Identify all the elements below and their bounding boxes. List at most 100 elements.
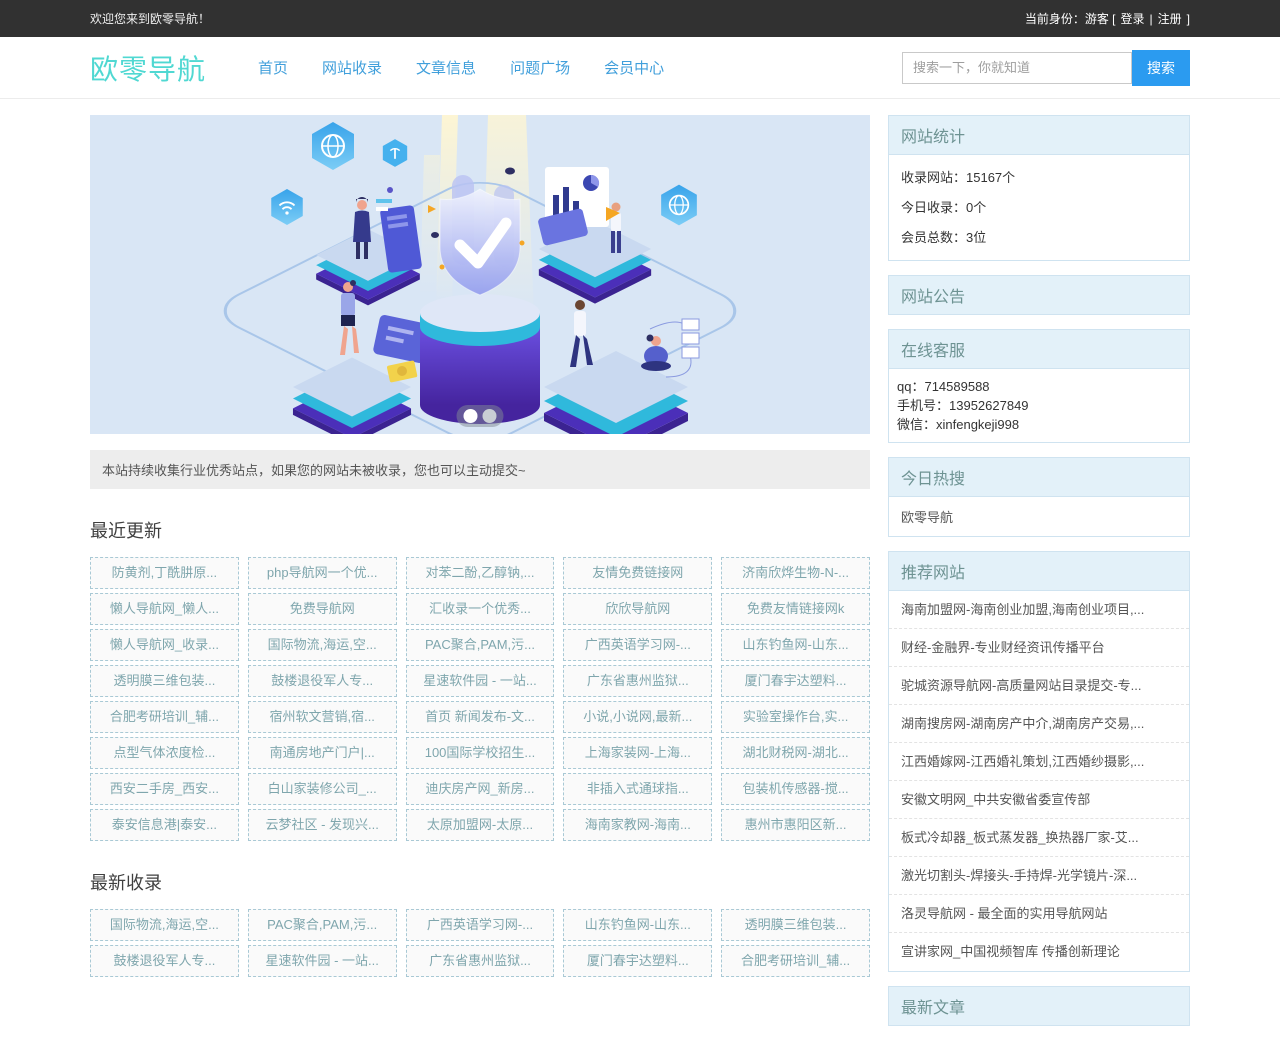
section-title-recent-update: 最近更新 [90, 517, 870, 543]
site-link[interactable]: 泰安信息港|泰安... [90, 809, 239, 841]
panel-recommended: 推荐网站 海南加盟网-海南创业加盟,海南创业项目,...财经-金融界-专业财经资… [888, 551, 1190, 972]
shield-check-icon [440, 175, 520, 295]
hot-search-body: 欧零导航 [889, 496, 1189, 536]
site-link[interactable]: 山东钓鱼网-山东... [721, 629, 870, 661]
site-link[interactable]: 广西英语学习网-... [406, 909, 555, 941]
recommended-site-link[interactable]: 宣讲家网_中国视频智库 传播创新理论 [889, 933, 1189, 971]
recommended-site-link[interactable]: 激光切割头-焊接头-手持焊-光学镜片-深... [889, 857, 1189, 895]
site-link[interactable]: 广东省惠州监狱... [563, 665, 712, 697]
site-link[interactable]: 厦门春宇达塑料... [563, 945, 712, 977]
recommended-site-link[interactable]: 湖南搜房网-湖南房产中介,湖南房产交易,... [889, 705, 1189, 743]
site-link[interactable]: 上海家装网-上海... [563, 737, 712, 769]
site-link[interactable]: 南通房地产门户|... [248, 737, 397, 769]
online-service-body: qq：714589588手机号：13952627849微信：xinfengkej… [889, 368, 1189, 442]
site-link[interactable]: 合肥考研培训_辅... [90, 701, 239, 733]
login-link[interactable]: 登录 [1121, 10, 1145, 27]
identity-divider: | [1150, 12, 1153, 26]
site-stats-body: 收录网站：15167个今日收录：0个会员总数：3位 [889, 154, 1189, 260]
panel-online-service: 在线客服 qq：714589588手机号：13952627849微信：xinfe… [888, 329, 1190, 443]
panel-title: 今日热搜 [889, 458, 1189, 496]
site-link[interactable]: PAC聚合,PAM,污... [248, 909, 397, 941]
stat-row: 今日收录：0个 [901, 197, 1177, 216]
site-link[interactable]: 防黄剂,丁酰肼原... [90, 557, 239, 589]
recommended-site-link[interactable]: 洛灵导航网 - 最全面的实用导航网站 [889, 895, 1189, 933]
welcome-text: 欢迎您来到欧零导航！ [90, 10, 210, 27]
recommended-site-link[interactable]: 财经-金融界-专业财经资讯传播平台 [889, 629, 1189, 667]
panel-title: 推荐网站 [889, 552, 1189, 590]
recommended-site-link[interactable]: 安徽文明网_中共安徽省委宣传部 [889, 781, 1189, 819]
site-link[interactable]: 惠州市惠阳区新... [721, 809, 870, 841]
site-link[interactable]: php导航网一个优... [248, 557, 397, 589]
site-link[interactable]: 广东省惠州监狱... [406, 945, 555, 977]
site-link[interactable]: 湖北财税网-湖北... [721, 737, 870, 769]
panel-hot-search: 今日热搜 欧零导航 [888, 457, 1190, 537]
site-link[interactable]: 100国际学校招生... [406, 737, 555, 769]
site-link[interactable]: 星速软件园 - 一站... [248, 945, 397, 977]
site-link[interactable]: 太原加盟网-太原... [406, 809, 555, 841]
site-link[interactable]: 国际物流,海运,空... [90, 909, 239, 941]
site-logo[interactable]: 欧零导航 [90, 48, 206, 88]
recommended-list: 海南加盟网-海南创业加盟,海南创业项目,...财经-金融界-专业财经资讯传播平台… [889, 590, 1189, 971]
site-link[interactable]: 广西英语学习网-... [563, 629, 712, 661]
section-title-latest-included: 最新收录 [90, 869, 870, 895]
site-link[interactable]: 海南家教网-海南... [563, 809, 712, 841]
panel-title: 网站公告 [889, 276, 1189, 314]
nav-link[interactable]: 问题广场 [510, 57, 570, 78]
site-link[interactable]: PAC聚合,PAM,污... [406, 629, 555, 661]
site-link[interactable]: 星速软件园 - 一站... [406, 665, 555, 697]
recommended-site-link[interactable]: 驼城资源导航网-高质量网站目录提交-专... [889, 667, 1189, 705]
submit-notice: 本站持续收集行业优秀站点，如果您的网站未被收录，您也可以主动提交~ [90, 450, 870, 489]
site-link[interactable]: 非插入式通球指... [563, 773, 712, 805]
latest-included-grid: 国际物流,海运,空... PAC聚合,PAM,污... 广西英语学习网-...山东钓… [90, 909, 870, 977]
site-link[interactable]: 实验室操作台,实... [721, 701, 870, 733]
nav-link[interactable]: 会员中心 [604, 57, 664, 78]
site-link[interactable]: 对苯二酚,乙醇钠,... [406, 557, 555, 589]
nav-link[interactable]: 网站收录 [322, 57, 382, 78]
hot-search-link[interactable]: 欧零导航 [901, 510, 953, 525]
panel-title: 最新文章 [889, 987, 1189, 1025]
site-link[interactable]: 包装机传感器-搅... [721, 773, 870, 805]
carousel-dot-active[interactable] [464, 409, 478, 423]
site-link[interactable]: 小说,小说网,最新... [563, 701, 712, 733]
register-link[interactable]: 注册 [1158, 10, 1182, 27]
site-link[interactable]: 厦门春宇达塑料... [721, 665, 870, 697]
carousel-dot[interactable] [483, 409, 497, 423]
recommended-site-link[interactable]: 江西婚嫁网-江西婚礼策划,江西婚纱摄影,... [889, 743, 1189, 781]
site-link[interactable]: 点型气体浓度检... [90, 737, 239, 769]
nav-link[interactable]: 文章信息 [416, 57, 476, 78]
site-link[interactable]: 山东钓鱼网-山东... [563, 909, 712, 941]
site-link[interactable]: 云梦社区 - 发现兴... [248, 809, 397, 841]
site-link[interactable]: 透明膜三维包装... [721, 909, 870, 941]
site-link[interactable]: 透明膜三维包装... [90, 665, 239, 697]
site-link[interactable]: 鼓楼退役军人专... [90, 945, 239, 977]
main-nav: 首页 网站收录 文章信息 问题广场 会员中心 [258, 57, 664, 78]
site-link[interactable]: 首页 新闻发布-文... [406, 701, 555, 733]
site-link[interactable]: 懒人导航网_懒人... [90, 593, 239, 625]
site-link[interactable]: 济南欣烨生物-N-... [721, 557, 870, 589]
site-link[interactable]: 汇收录一个优秀... [406, 593, 555, 625]
site-link[interactable]: 国际物流,海运,空... [248, 629, 397, 661]
site-link[interactable]: 白山家装修公司_... [248, 773, 397, 805]
site-link[interactable]: 免费友情链接网k [721, 593, 870, 625]
sidebar: 网站统计 收录网站：15167个今日收录：0个会员总数：3位 网站公告 在线客服… [888, 115, 1190, 1040]
panel-latest-articles: 最新文章 [888, 986, 1190, 1026]
site-link[interactable]: 鼓楼退役军人专... [248, 665, 397, 697]
main-content: 本站持续收集行业优秀站点，如果您的网站未被收录，您也可以主动提交~ 最近更新 防… [90, 115, 870, 977]
contact-row: 手机号：13952627849 [897, 396, 1181, 415]
search-input[interactable] [902, 52, 1132, 84]
nav-link[interactable]: 首页 [258, 57, 288, 78]
site-link[interactable]: 迪庆房产网_新房... [406, 773, 555, 805]
identity-status: 当前身份：游客 [ 登录 | 注册 ] [1025, 10, 1190, 27]
search-button[interactable]: 搜索 [1132, 50, 1190, 86]
site-header: 欧零导航 首页 网站收录 文章信息 问题广场 会员中心 搜索 [0, 37, 1280, 99]
site-link[interactable]: 免费导航网 [248, 593, 397, 625]
recommended-site-link[interactable]: 板式冷却器_板式蒸发器_换热器厂家-艾... [889, 819, 1189, 857]
site-link[interactable]: 宿州软文营销,宿... [248, 701, 397, 733]
site-link[interactable]: 西安二手房_西安... [90, 773, 239, 805]
recommended-site-link[interactable]: 海南加盟网-海南创业加盟,海南创业项目,... [889, 591, 1189, 629]
site-link[interactable]: 欣欣导航网 [563, 593, 712, 625]
site-link[interactable]: 友情免费链接网 [563, 557, 712, 589]
site-link[interactable]: 懒人导航网_收录... [90, 629, 239, 661]
top-bar: 欢迎您来到欧零导航！ 当前身份：游客 [ 登录 | 注册 ] [0, 0, 1280, 37]
site-link[interactable]: 合肥考研培训_辅... [721, 945, 870, 977]
